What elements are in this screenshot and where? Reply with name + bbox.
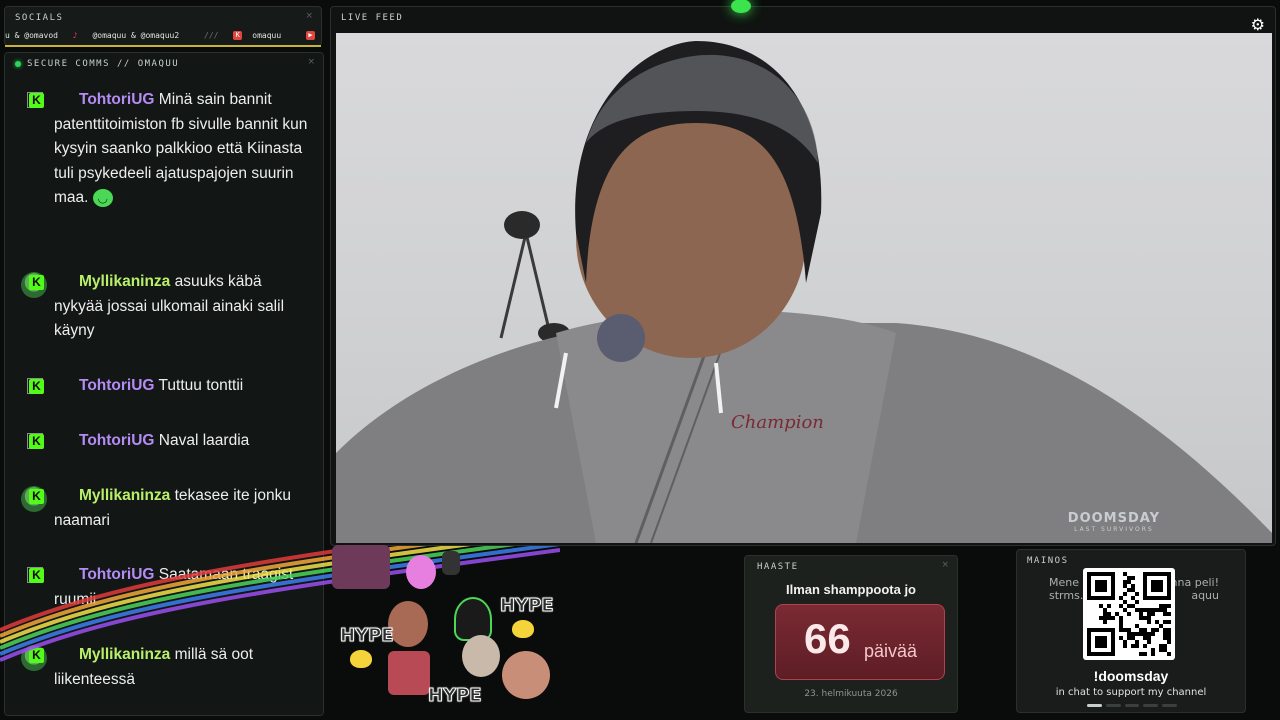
webcam-video: Champion DOOMSDAY LAST SURVIVORS	[336, 33, 1272, 543]
chat-username[interactable]: Myllikaninza	[79, 646, 170, 663]
webcam-scene: Champion	[336, 41, 1272, 543]
chat-username[interactable]: TohtoriUG	[79, 432, 154, 449]
emote-face	[388, 651, 430, 695]
emote-face	[462, 635, 500, 677]
ad-subtitle: in chat to support my channel	[1055, 687, 1207, 698]
socials-title: SOCIALS	[15, 13, 64, 23]
chat-username[interactable]: Myllikaninza	[79, 487, 170, 504]
hype-emote: HYPE	[428, 685, 483, 707]
duck-emote-icon	[512, 620, 534, 638]
emote-cluster: HYPE HYPE HYPE	[330, 545, 570, 720]
socials-ticker: u & @omavod ♪ @omaquu & @omaquu2 /// Kom…	[5, 31, 321, 47]
hype-emote: HYPE	[340, 625, 395, 647]
youtube-icon: ▶	[306, 31, 316, 40]
kick-icon: K	[233, 31, 243, 40]
days-count: 66	[804, 615, 851, 662]
chat-message: K TohtoriUG Tuttuu tonttii	[21, 374, 311, 399]
kick-badge-icon: K	[29, 648, 44, 663]
live-feed-title: LIVE FEED	[341, 13, 404, 23]
social-item-kick: Komaquu	[233, 31, 291, 40]
carousel-dot[interactable]	[1105, 704, 1121, 707]
ad-text-left: Mene strms.	[1049, 576, 1084, 602]
close-icon[interactable]: ×	[305, 11, 313, 21]
socials-panel: SOCIALS × u & @omavod ♪ @omaquu & @omaqu…	[4, 6, 322, 47]
carousel-dot[interactable]	[1143, 704, 1159, 707]
day-counter: 66 päivää	[775, 604, 945, 680]
challenge-title: HAASTE	[757, 562, 799, 572]
ad-command: !doomsday	[1093, 668, 1169, 684]
chat-header: SECURE COMMS // OMAQUU	[15, 59, 179, 69]
chat-message: K Myllikaninza tekasee ite jonku naamari	[21, 484, 311, 533]
chat-username[interactable]: TohtoriUG	[79, 377, 154, 394]
days-unit: päivää	[864, 641, 918, 661]
chat-message: K TohtoriUG Minä sain bannit patenttitoim…	[21, 88, 311, 211]
close-icon[interactable]: ×	[307, 57, 315, 67]
social-item-1: u & @omavod	[5, 31, 58, 40]
smile-emote-icon: ◡	[92, 188, 113, 207]
hype-emote: HYPE	[500, 595, 555, 617]
challenge-panel: HAASTE × Ilman shamppoota jo 66 päivää 2…	[744, 555, 958, 713]
emote-pink-blob	[406, 555, 436, 589]
kick-badge-icon: K	[29, 379, 44, 394]
emote-can	[442, 551, 460, 575]
kick-badge-icon: K	[29, 489, 44, 504]
chat-panel: SECURE COMMS // OMAQUU × K TohtoriUG Minä…	[4, 52, 324, 716]
chat-text: Tuttuu tonttii	[158, 377, 244, 394]
chat-message: K Myllikaninza millä sä oot liikenteessä	[21, 643, 311, 692]
live-feed-panel: LIVE FEED ⚙ Champion DOOMSDAY LAST SURVIV…	[330, 0, 1276, 546]
svg-text:Champion: Champion	[731, 412, 824, 433]
online-status-icon	[15, 61, 21, 67]
kick-badge-icon: K	[29, 93, 44, 108]
carousel-dot[interactable]	[1162, 704, 1177, 707]
kick-badge-icon: K	[29, 568, 44, 583]
duck-emote-icon	[350, 650, 372, 668]
doomsday-watermark-logo: DOOMSDAY LAST SURVIVORS	[1067, 511, 1160, 533]
social-item-2: ♪ @omaquu & @omaquu2	[72, 31, 180, 40]
chat-text: Minä sain bannit patenttitoimiston fb si…	[54, 91, 308, 206]
close-icon[interactable]: ×	[941, 560, 949, 570]
chat-username[interactable]: TohtoriUG	[79, 566, 154, 583]
gear-icon[interactable]: ⚙	[1251, 15, 1265, 34]
kick-badge-icon: K	[29, 434, 44, 449]
tiktok-icon: ♪	[72, 31, 78, 40]
qr-code-icon[interactable]	[1083, 568, 1175, 660]
emote-green-figure	[454, 597, 492, 641]
ad-carousel-indicator	[1087, 704, 1177, 707]
emote-face	[502, 651, 550, 699]
emote-face	[332, 545, 390, 589]
carousel-dot[interactable]	[1087, 704, 1102, 707]
social-item-youtube: ▶omaquu	[306, 31, 321, 40]
chat-message: K TohtoriUG Saatamaan traagist ruumii	[21, 563, 311, 612]
chat-title: SECURE COMMS // OMAQUU	[27, 59, 180, 69]
emote-face	[388, 601, 428, 647]
chat-message: K TohtoriUG Naval laardia	[21, 429, 311, 454]
challenge-text: Ilman shamppoota jo	[785, 582, 916, 597]
chat-text: Naval laardia	[158, 432, 250, 449]
kick-badge-icon: K	[29, 275, 44, 290]
qr-code-pattern	[1087, 572, 1171, 656]
social-separator: ///	[204, 31, 219, 40]
chat-message: K Myllikaninza asuuks käbä nykyää jossai …	[21, 270, 311, 344]
challenge-date: 23. helmikuuta 2026	[804, 689, 898, 699]
green-light-decoration	[731, 0, 751, 13]
ad-text-right: nna peli! aquu	[1170, 576, 1219, 602]
chat-username[interactable]: TohtoriUG	[79, 91, 154, 108]
carousel-dot[interactable]	[1124, 704, 1140, 707]
chat-username[interactable]: Myllikaninza	[79, 273, 170, 290]
ad-title: MAINOS	[1027, 556, 1069, 566]
ad-panel: MAINOS Mene strms. nna peli! aquu !doomsda…	[1016, 549, 1246, 713]
